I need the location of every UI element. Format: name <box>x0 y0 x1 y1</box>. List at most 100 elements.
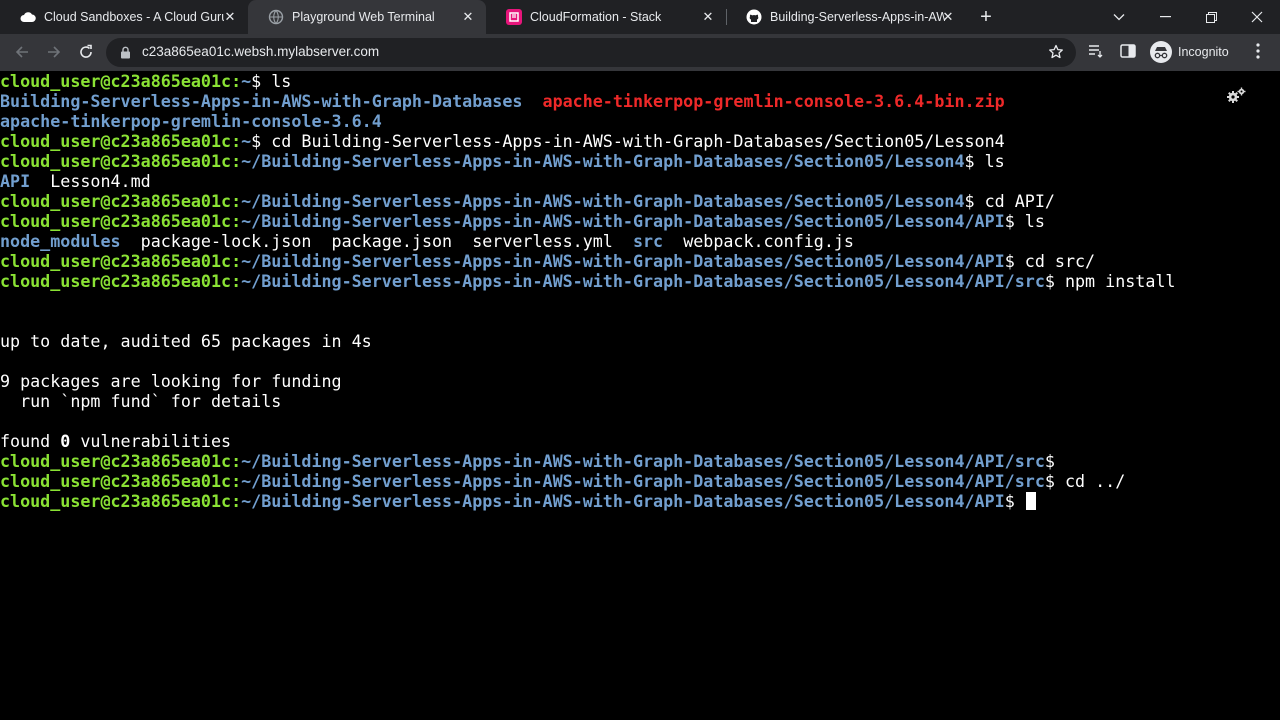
command-text: cd src/ <box>1024 251 1096 271</box>
browser-toolbar: c23a865ea01c.websh.mylabserver.com Incog… <box>0 34 1280 71</box>
acg-cloud-icon <box>20 9 36 25</box>
prompt-path: ~/Building-Serverless-Apps-in-AWS-with-G… <box>241 191 965 211</box>
tab-cloud-sandboxes[interactable]: Cloud Sandboxes - A Cloud Guru ✕ <box>0 0 248 34</box>
tab-playground-web-terminal[interactable]: Playground Web Terminal ✕ <box>248 0 486 34</box>
reading-list-icon[interactable] <box>1088 43 1104 59</box>
terminal-globe-icon <box>268 9 284 25</box>
minimize-icon <box>1159 16 1171 18</box>
terminal-line: cloud_user@c23a865ea01c:~$ ls <box>0 71 1175 91</box>
prompt-path: ~ <box>241 71 252 91</box>
prompt-path: ~/Building-Serverless-Apps-in-AWS-with-G… <box>241 151 965 171</box>
file-entry: package-lock.json <box>140 231 312 251</box>
tab-search-button[interactable] <box>1096 0 1142 34</box>
minimize-button[interactable] <box>1142 0 1188 34</box>
dir-entry: Building-Serverless-Apps-in-AWS-with-Gra… <box>0 91 523 111</box>
prompt-symbol: $ <box>1004 251 1025 271</box>
plus-icon: + <box>980 6 992 28</box>
close-tab-icon[interactable]: ✕ <box>700 9 716 25</box>
tab-title: Building-Serverless-Apps-in-AWS <box>770 10 945 24</box>
prompt-user-host: cloud_user@c23a865ea01c: <box>0 451 242 471</box>
cloudformation-icon <box>506 9 522 25</box>
dir-entry: API <box>0 171 31 191</box>
command-text: ls <box>271 71 292 91</box>
prompt-user-host: cloud_user@c23a865ea01c: <box>0 251 242 271</box>
restore-icon <box>1205 11 1217 23</box>
prompt-symbol: $ <box>1004 491 1025 511</box>
close-tab-icon[interactable]: ✕ <box>460 9 476 25</box>
chevron-down-icon <box>1113 14 1125 21</box>
terminal-line: cloud_user@c23a865ea01c:~/Building-Serve… <box>0 191 1175 211</box>
npm-output: found <box>0 431 61 451</box>
npm-output: 9 packages are looking for funding <box>0 371 342 391</box>
npm-output: up to date, audited 65 packages in 4s <box>0 331 372 351</box>
close-window-button[interactable] <box>1234 0 1280 34</box>
prompt-symbol: $ <box>1044 451 1055 471</box>
terminal-output: cloud_user@c23a865ea01c:~$ ls Building-S… <box>0 71 1175 511</box>
npm-output: run `npm fund` for details <box>0 391 282 411</box>
prompt-path: ~/Building-Serverless-Apps-in-AWS-with-G… <box>241 251 1005 271</box>
browser-tab-bar: Cloud Sandboxes - A Cloud Guru ✕ Playgro… <box>0 0 1280 34</box>
terminal-line: cloud_user@c23a865ea01c:~$ cd Building-S… <box>0 131 1175 151</box>
command-text: ls <box>984 151 1005 171</box>
terminal-cursor[interactable] <box>1025 492 1036 510</box>
arrow-right-icon <box>48 46 61 58</box>
prompt-user-host: cloud_user@c23a865ea01c: <box>0 471 242 491</box>
terminal-line: up to date, audited 65 packages in 4s <box>0 331 1175 351</box>
prompt-path: ~/Building-Serverless-Apps-in-AWS-with-G… <box>241 271 1045 291</box>
dir-entry: apache-tinkerpop-gremlin-console-3.6.4 <box>0 111 382 131</box>
prompt-path: ~/Building-Serverless-Apps-in-AWS-with-G… <box>241 451 1045 471</box>
incognito-profile-button[interactable]: Incognito <box>1150 41 1229 63</box>
vulnerability-count: 0 <box>60 431 71 451</box>
side-panel-icon[interactable] <box>1120 43 1136 59</box>
command-text: npm install <box>1064 271 1176 291</box>
address-bar[interactable]: c23a865ea01c.websh.mylabserver.com <box>106 38 1076 67</box>
prompt-symbol: $ <box>964 191 985 211</box>
close-tab-icon[interactable]: ✕ <box>222 9 238 25</box>
github-icon <box>746 9 762 25</box>
prompt-symbol: $ <box>1044 271 1065 291</box>
terminal-line: run `npm fund` for details <box>0 391 1175 411</box>
reload-icon <box>80 44 92 58</box>
forward-button[interactable] <box>42 40 66 64</box>
tab-title: Cloud Sandboxes - A Cloud Guru <box>44 10 224 24</box>
star-icon[interactable] <box>1048 44 1064 60</box>
lock-icon[interactable] <box>120 46 131 59</box>
incognito-label: Incognito <box>1178 45 1229 59</box>
terminal-line: cloud_user@c23a865ea01c:~/Building-Serve… <box>0 251 1175 271</box>
terminal-line: cloud_user@c23a865ea01c:~/Building-Serve… <box>0 471 1175 491</box>
command-text: ls <box>1024 211 1045 231</box>
prompt-path: ~/Building-Serverless-Apps-in-AWS-with-G… <box>241 491 1005 511</box>
prompt-user-host: cloud_user@c23a865ea01c: <box>0 191 242 211</box>
file-entry: serverless.yml <box>472 231 613 251</box>
command-text: cd Building-Serverless-Apps-in-AWS-with-… <box>271 131 1005 151</box>
file-entry: package.json <box>331 231 453 251</box>
archive-entry: apache-tinkerpop-gremlin-console-3.6.4-b… <box>542 91 1005 111</box>
tab-github-repo[interactable]: Building-Serverless-Apps-in-AWS ✕ <box>726 0 966 34</box>
arrow-left-icon <box>15 46 28 58</box>
reload-button[interactable] <box>74 40 98 64</box>
gear-icon[interactable] <box>1226 87 1248 105</box>
prompt-symbol: $ <box>1044 471 1065 491</box>
terminal-line: cloud_user@c23a865ea01c:~/Building-Serve… <box>0 491 1175 511</box>
dir-entry: node_modules <box>0 231 121 251</box>
web-terminal[interactable]: cloud_user@c23a865ea01c:~$ ls Building-S… <box>0 71 1280 720</box>
prompt-user-host: cloud_user@c23a865ea01c: <box>0 271 242 291</box>
prompt-path: ~ <box>241 131 252 151</box>
kebab-menu-icon[interactable] <box>1256 43 1260 59</box>
back-button[interactable] <box>10 40 34 64</box>
prompt-user-host: cloud_user@c23a865ea01c: <box>0 71 242 91</box>
url-text[interactable]: c23a865ea01c.websh.mylabserver.com <box>142 44 379 59</box>
new-tab-button[interactable]: + <box>976 7 996 27</box>
prompt-symbol: $ <box>251 71 272 91</box>
close-tab-icon[interactable]: ✕ <box>940 9 956 25</box>
command-text: cd API/ <box>984 191 1055 211</box>
tab-cloudformation-stack[interactable]: CloudFormation - Stack ✕ <box>486 0 726 34</box>
tab-title: CloudFormation - Stack <box>530 10 662 24</box>
command-text: cd ../ <box>1064 471 1126 491</box>
incognito-icon <box>1150 41 1172 63</box>
restore-button[interactable] <box>1188 0 1234 34</box>
